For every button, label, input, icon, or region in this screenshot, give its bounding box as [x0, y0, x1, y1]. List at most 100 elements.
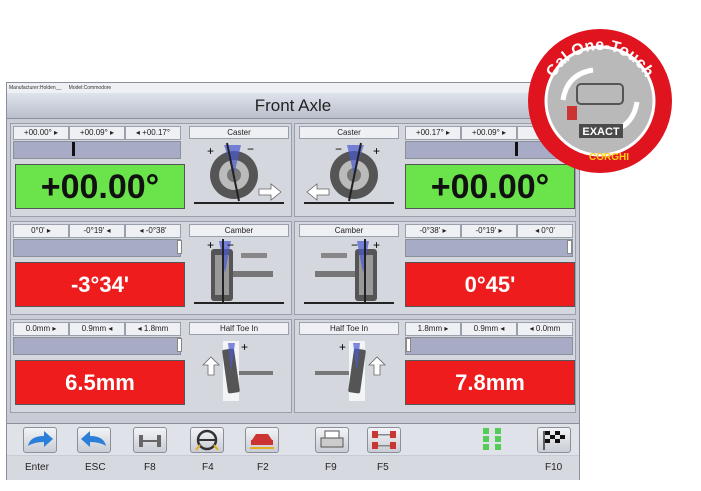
- camber-left-diagram: Camber + −: [189, 224, 289, 312]
- caster-right-label: Caster: [299, 126, 399, 139]
- camber-right-needle: [567, 240, 572, 254]
- f5-button[interactable]: [367, 427, 401, 453]
- f10-button[interactable]: [537, 427, 571, 453]
- scale-tick: ◂ 1.8mm: [125, 322, 181, 336]
- camber-wheel-icon: + −: [189, 237, 289, 310]
- badge-center-text: EXACT: [582, 126, 620, 138]
- camber-row: 0°0' ▸ -0°19' ◂ ◂ -0°38' -3°34' Camber +…: [10, 221, 576, 315]
- toe-left-diagram: Half Toe In +: [189, 322, 289, 410]
- steering-wheel-icon: [195, 429, 219, 451]
- function-toolbar: [7, 423, 579, 455]
- scale-tick: +00.09° ▸: [461, 126, 517, 140]
- key-label-f9: F9: [325, 462, 337, 473]
- toe-left-panel: 0.0mm ▸ 0.9mm ◂ ◂ 1.8mm 6.5mm Half Toe I…: [10, 319, 292, 413]
- camber-wheel-icon: − +: [299, 237, 399, 310]
- caster-row: +00.00° ▸ +00.09° ▸ ◂ +00.17° +00.00° Ca…: [10, 123, 576, 217]
- key-label-esc: ESC: [85, 462, 106, 473]
- scale-tick: +00.17° ▸: [405, 126, 461, 140]
- printer-icon: [320, 430, 344, 448]
- caster-left-scale: +00.00° ▸ +00.09° ▸ ◂ +00.17°: [13, 126, 181, 140]
- caster-left-diagram: Caster + −: [189, 126, 289, 214]
- toe-right-panel: Half Toe In + 1.8mm ▸ 0.9mm ◂ ◂ 0.0mm 7.…: [294, 319, 576, 413]
- page-title: Front Axle: [7, 93, 579, 119]
- scale-tick: -0°19' ▸: [461, 224, 517, 238]
- toe-right-label: Half Toe In: [299, 322, 399, 335]
- svg-text:+: +: [207, 238, 214, 252]
- svg-text:+: +: [339, 340, 346, 354]
- svg-text:−: −: [335, 142, 342, 156]
- toe-left-needle: [177, 338, 182, 352]
- camber-left-bar: [13, 239, 181, 257]
- caster-left-needle: [72, 142, 75, 156]
- toe-wheel-icon: +: [299, 335, 399, 408]
- key-label-f5: F5: [377, 462, 389, 473]
- sensors-icon[interactable]: [481, 427, 505, 453]
- toe-right-needle: [406, 338, 411, 352]
- scale-tick: +00.00° ▸: [13, 126, 69, 140]
- cal-one-touch-badge: Cal One-Touch EXACT CORGHI: [527, 28, 673, 174]
- enter-arrow-icon: [28, 431, 53, 447]
- svg-text:−: −: [351, 238, 358, 252]
- toe-right-diagram: Half Toe In +: [299, 322, 399, 410]
- camber-right-scale: -0°38' ▸ -0°19' ▸ ◂ 0°0': [405, 224, 573, 238]
- toe-right-scale: 1.8mm ▸ 0.9mm ◂ ◂ 0.0mm: [405, 322, 573, 336]
- scale-tick: 0.0mm ▸: [13, 322, 69, 336]
- camber-right-diagram: Camber − +: [299, 224, 399, 312]
- toe-right-value: 7.8mm: [405, 360, 575, 405]
- scale-tick: 0°0' ▸: [13, 224, 69, 238]
- toe-left-label: Half Toe In: [189, 322, 289, 335]
- caster-left-bar: [13, 141, 181, 159]
- toe-left-value: 6.5mm: [15, 360, 185, 405]
- camber-left-panel: 0°0' ▸ -0°19' ◂ ◂ -0°38' -3°34' Camber +…: [10, 221, 292, 315]
- scale-tick: ◂ 0.0mm: [517, 322, 573, 336]
- scale-tick: 1.8mm ▸: [405, 322, 461, 336]
- camber-right-value: 0°45': [405, 262, 575, 307]
- esc-arrow-icon: [81, 431, 106, 447]
- toe-left-bar: [13, 337, 181, 355]
- caster-left-label: Caster: [189, 126, 289, 139]
- camber-right-panel: Camber − + -0°38' ▸ -0°19' ▸ ◂ 0°0' 0°45…: [294, 221, 576, 315]
- f8-button[interactable]: [133, 427, 167, 453]
- toe-row: 0.0mm ▸ 0.9mm ◂ ◂ 1.8mm 6.5mm Half Toe I…: [10, 319, 576, 413]
- caster-left-value: +00.00°: [15, 164, 185, 209]
- scale-tick: ◂ -0°38': [125, 224, 181, 238]
- caster-wheel-icon: − +: [299, 139, 399, 212]
- caster-right-needle: [515, 142, 518, 156]
- toe-wheel-icon: +: [189, 335, 289, 408]
- scale-tick: ◂ +00.17°: [125, 126, 181, 140]
- enter-button[interactable]: [23, 427, 57, 453]
- key-label-f2: F2: [257, 462, 269, 473]
- key-label-f10: F10: [545, 462, 563, 473]
- camber-left-value: -3°34': [15, 262, 185, 307]
- camber-right-bar: [405, 239, 573, 257]
- function-key-labels: Enter ESC F8 F4 F2 F9 F5 F10: [7, 456, 579, 480]
- axle-icon: [139, 435, 161, 447]
- wheels-layout-icon: [372, 431, 396, 449]
- caster-right-diagram: Caster − +: [299, 126, 399, 214]
- svg-text:+: +: [207, 144, 214, 158]
- key-label-f8: F8: [144, 462, 156, 473]
- caster-wheel-icon: + −: [189, 139, 289, 212]
- model-label: Model:Commodore: [68, 85, 112, 91]
- car-lift-icon: [250, 434, 274, 449]
- scale-tick: -0°38' ▸: [405, 224, 461, 238]
- scale-tick: -0°19' ◂: [69, 224, 125, 238]
- alignment-window: Manufacturer:Holden__ Model:Commodore Fr…: [6, 82, 580, 480]
- badge-bottom-text: CORGHI: [589, 152, 629, 163]
- key-label-f4: F4: [202, 462, 214, 473]
- scale-tick: +00.09° ▸: [69, 126, 125, 140]
- camber-right-label: Camber: [299, 224, 399, 237]
- svg-text:+: +: [241, 340, 248, 354]
- f4-button[interactable]: [190, 427, 224, 453]
- vehicle-info-strip: Manufacturer:Holden__ Model:Commodore: [7, 83, 579, 93]
- camber-left-label: Camber: [189, 224, 289, 237]
- key-label-enter: Enter: [25, 462, 49, 473]
- scale-tick: 0.9mm ◂: [461, 322, 517, 336]
- esc-button[interactable]: [77, 427, 111, 453]
- camber-left-needle: [177, 240, 182, 254]
- svg-text:+: +: [373, 238, 380, 252]
- f9-button[interactable]: [315, 427, 349, 453]
- f2-button[interactable]: [245, 427, 279, 453]
- scale-tick: 0.9mm ◂: [69, 322, 125, 336]
- toe-right-bar: [405, 337, 573, 355]
